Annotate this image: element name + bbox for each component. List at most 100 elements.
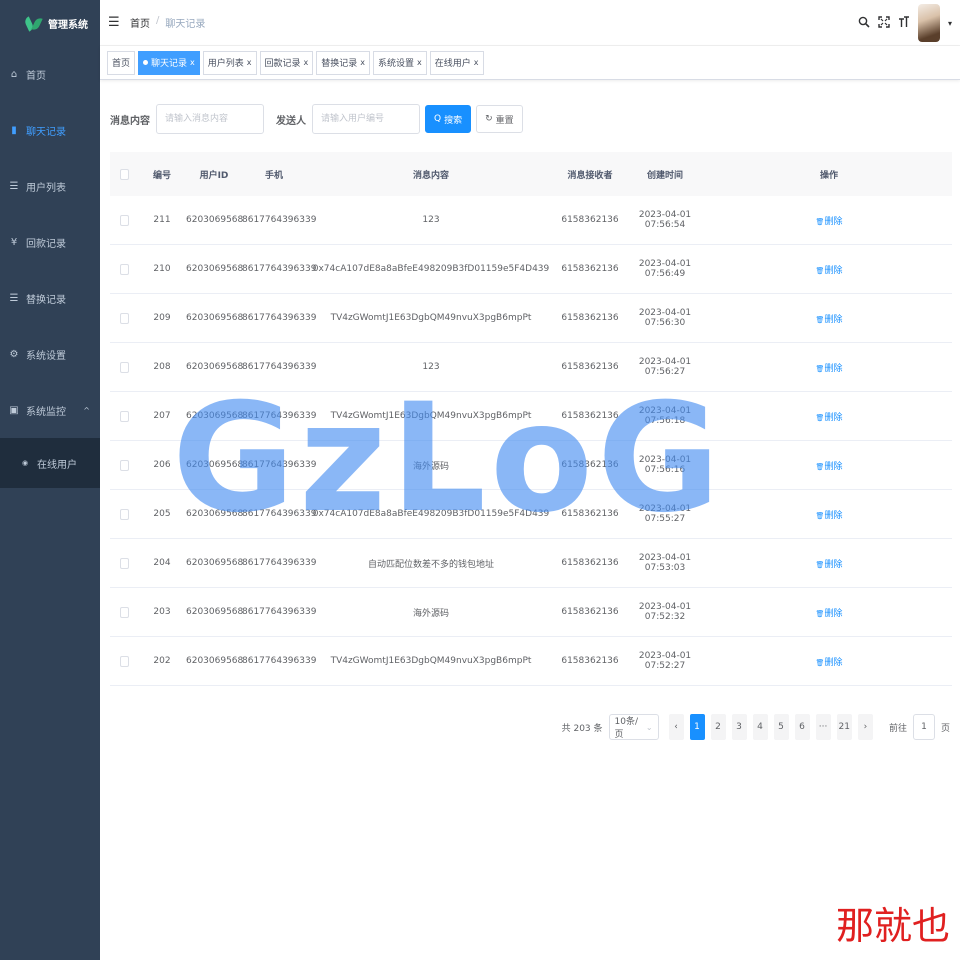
page-button-0[interactable]: 1: [689, 714, 705, 740]
delete-label: 删除: [824, 559, 843, 570]
row-checkbox[interactable]: [110, 410, 138, 422]
close-icon[interactable]: x: [304, 58, 309, 67]
chevron-down-icon[interactable]: ▾: [948, 19, 952, 28]
row-checkbox[interactable]: [110, 557, 138, 569]
font-size-icon[interactable]: [898, 15, 910, 31]
tag-label: 在线用户: [434, 59, 471, 69]
sender-input[interactable]: [312, 104, 420, 134]
row-checkbox[interactable]: [110, 312, 138, 324]
header-user-id: 用户ID: [199, 170, 229, 181]
delete-button[interactable]: 🗑删除: [816, 364, 843, 374]
delete-button[interactable]: 🗑删除: [816, 217, 843, 227]
cell-user-id: 6203069568: [186, 656, 244, 666]
prev-page-button[interactable]: ‹: [668, 714, 684, 740]
goto-page-input[interactable]: 1: [912, 714, 935, 740]
logo[interactable]: 管理系统: [0, 0, 100, 46]
tag-label: 回款记录: [264, 59, 301, 69]
sidebar-item-label: 用户列表: [26, 182, 66, 194]
search-button[interactable]: Q 搜索: [425, 105, 472, 133]
tag-1[interactable]: 聊天记录 x: [138, 50, 200, 75]
cell-id: 211: [153, 215, 171, 225]
row-checkbox[interactable]: [110, 263, 138, 275]
search-icon[interactable]: [858, 16, 870, 31]
tag-0[interactable]: 首页: [107, 50, 136, 75]
sidebar-item-label: 聊天记录: [26, 126, 66, 138]
sidebar-item-label: 替换记录: [26, 294, 66, 306]
close-icon[interactable]: x: [417, 58, 422, 67]
close-icon[interactable]: x: [474, 58, 479, 67]
tag-3[interactable]: 回款记录 x: [259, 50, 314, 75]
sidebar-item-payment-records[interactable]: ¥ 回款记录: [0, 214, 100, 270]
cell-created-time: 2023-04-01 07:56:49: [638, 259, 692, 279]
page-button-4[interactable]: 5: [773, 714, 789, 740]
row-checkbox[interactable]: [110, 606, 138, 618]
delete-button[interactable]: 🗑删除: [816, 560, 843, 570]
delete-button[interactable]: 🗑删除: [816, 462, 843, 472]
search-button-label: 搜索: [444, 115, 463, 126]
avatar[interactable]: [917, 4, 940, 42]
hamburger-icon[interactable]: ☰: [108, 15, 122, 30]
row-checkbox[interactable]: [110, 214, 138, 226]
next-page-button[interactable]: ›: [857, 714, 873, 740]
cell-created-time: 2023-04-01 07:52:32: [638, 602, 692, 622]
cell-created-time: 2023-04-01 07:56:18: [638, 406, 692, 426]
delete-label: 删除: [824, 216, 843, 227]
row-checkbox[interactable]: [110, 361, 138, 373]
cell-user-id: 6203069568: [186, 460, 244, 470]
tag-label: 聊天记录: [151, 59, 188, 69]
delete-button[interactable]: 🗑删除: [816, 266, 843, 276]
sidebar-item-online-users[interactable]: ◉ 在线用户: [0, 438, 100, 488]
tag-6[interactable]: 在线用户 x: [429, 50, 484, 75]
cell-actions: 🗑删除: [706, 459, 952, 472]
sidebar-item-home[interactable]: ⌂ 首页: [0, 46, 100, 102]
page-size-select[interactable]: 10条/页 ⌄: [608, 714, 659, 740]
sidebar-item-label: 系统设置: [26, 350, 66, 362]
cell-actions: 🗑删除: [706, 410, 952, 423]
cell-actions: 🗑删除: [706, 606, 952, 619]
row-checkbox[interactable]: [110, 459, 138, 471]
sidebar-item-replace-records[interactable]: ☰ 替换记录: [0, 270, 100, 326]
cell-phone: 8617764396339: [242, 558, 317, 568]
tag-4[interactable]: 替换记录 x: [316, 50, 371, 75]
delete-label: 删除: [824, 608, 843, 619]
cell-receiver: 6158362136: [561, 411, 619, 421]
sidebar-item-system-monitor[interactable]: ▣ 系统监控 ^: [0, 382, 100, 438]
delete-button[interactable]: 🗑删除: [816, 511, 843, 521]
breadcrumb-home[interactable]: 首页: [130, 15, 150, 30]
page-button-6[interactable]: ···: [815, 714, 831, 740]
cell-user-id: 6203069568: [186, 215, 244, 225]
fullscreen-icon[interactable]: [878, 15, 890, 31]
delete-button[interactable]: 🗑删除: [816, 658, 843, 668]
row-checkbox[interactable]: [110, 655, 138, 667]
page-button-5[interactable]: 6: [794, 714, 810, 740]
cell-actions: 🗑删除: [706, 263, 952, 276]
page-button-1[interactable]: 2: [710, 714, 726, 740]
header-actions: 操作: [819, 170, 838, 181]
sidebar-item-system-settings[interactable]: ⚙ 系统设置: [0, 326, 100, 382]
sidebar-item-chat-records[interactable]: ▮ 聊天记录: [0, 102, 100, 158]
delete-button[interactable]: 🗑删除: [816, 315, 843, 325]
msg-content-label: 消息内容: [110, 115, 150, 127]
cell-created-time: 2023-04-01 07:55:27: [638, 504, 692, 524]
page-button-3[interactable]: 4: [752, 714, 768, 740]
cell-message: 0x74cA107dE8a8aBfeE498209B3fD01159e5F4D4…: [312, 264, 550, 274]
cell-message: TV4zGWomtJ1E63DgbQM49nvuX3pgB6mpPt: [330, 656, 532, 666]
select-all-checkbox[interactable]: [110, 168, 138, 180]
close-icon[interactable]: x: [190, 58, 195, 67]
cell-receiver: 6158362136: [561, 460, 619, 470]
close-icon[interactable]: x: [247, 58, 252, 67]
chat-table: 编号 用户ID 手机 消息内容 消息接收者 创建时间 操作 211 6203069…: [110, 152, 952, 686]
delete-button[interactable]: 🗑删除: [816, 413, 843, 423]
msg-content-input[interactable]: [156, 104, 264, 134]
cell-phone: 8617764396339: [242, 264, 317, 274]
page-button-2[interactable]: 3: [731, 714, 747, 740]
delete-button[interactable]: 🗑删除: [816, 609, 843, 619]
active-dot-icon: [143, 60, 149, 65]
tag-5[interactable]: 系统设置 x: [373, 50, 427, 75]
sidebar-item-user-list[interactable]: ☰ 用户列表: [0, 158, 100, 214]
page-button-7[interactable]: 21: [836, 714, 852, 740]
tag-2[interactable]: 用户列表 x: [202, 50, 257, 75]
close-icon[interactable]: x: [360, 58, 365, 67]
row-checkbox[interactable]: [110, 508, 138, 520]
reset-button[interactable]: ↻ 重置: [476, 105, 523, 133]
